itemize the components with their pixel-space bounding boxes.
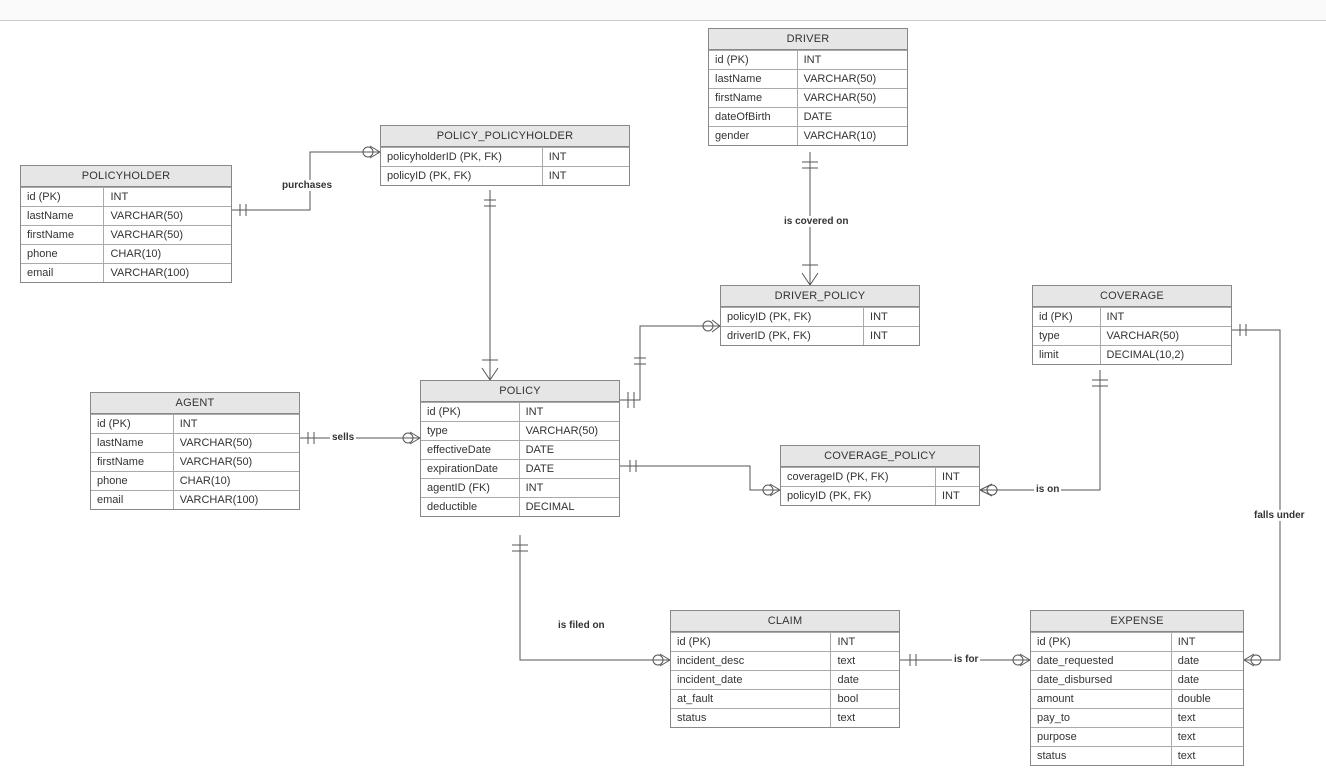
table-row: policyID (PK, FK)INT bbox=[721, 308, 919, 327]
rel-sells: sells bbox=[330, 432, 356, 443]
table-row: amountdouble bbox=[1031, 690, 1243, 709]
table-row: id (PK)INT bbox=[421, 403, 619, 422]
rel-is-covered-on: is covered on bbox=[782, 216, 850, 227]
entity-attrs: id (PK)INT typeVARCHAR(50) limitDECIMAL(… bbox=[1033, 307, 1231, 364]
er-diagram-canvas: purchases is covered on sells is on is f… bbox=[0, 0, 1326, 773]
table-row: effectiveDateDATE bbox=[421, 441, 619, 460]
table-row: agentID (FK)INT bbox=[421, 479, 619, 498]
entity-title: POLICY_POLICYHOLDER bbox=[381, 126, 629, 147]
entity-attrs: id (PK)INT date_requesteddate date_disbu… bbox=[1031, 632, 1243, 765]
conn-driver_policy-policy bbox=[620, 326, 720, 400]
table-row: id (PK)INT bbox=[91, 415, 299, 434]
table-row: id (PK)INT bbox=[1031, 633, 1243, 652]
table-row: lastNameVARCHAR(50) bbox=[91, 434, 299, 453]
entity-attrs: policyholderID (PK, FK)INT policyID (PK,… bbox=[381, 147, 629, 185]
table-row: policyID (PK, FK)INT bbox=[381, 167, 629, 186]
entity-attrs: id (PK)INT typeVARCHAR(50) effectiveDate… bbox=[421, 402, 619, 516]
table-row: lastNameVARCHAR(50) bbox=[21, 207, 231, 226]
entity-title: COVERAGE_POLICY bbox=[781, 446, 979, 467]
rel-is-on: is on bbox=[1034, 484, 1061, 495]
table-row: emailVARCHAR(100) bbox=[21, 264, 231, 283]
table-row: deductibleDECIMAL bbox=[421, 498, 619, 517]
entity-driver-policy[interactable]: DRIVER_POLICY policyID (PK, FK)INT drive… bbox=[720, 285, 920, 346]
entity-title: EXPENSE bbox=[1031, 611, 1243, 632]
table-row: id (PK)INT bbox=[671, 633, 899, 652]
table-row: policyID (PK, FK)INT bbox=[781, 487, 979, 506]
table-row: driverID (PK, FK)INT bbox=[721, 327, 919, 346]
entity-agent[interactable]: AGENT id (PK)INT lastNameVARCHAR(50) fir… bbox=[90, 392, 300, 510]
table-row: policyholderID (PK, FK)INT bbox=[381, 148, 629, 167]
table-row: at_faultbool bbox=[671, 690, 899, 709]
table-row: statustext bbox=[1031, 747, 1243, 766]
table-row: date_disburseddate bbox=[1031, 671, 1243, 690]
conn-coverage_policy-coverage bbox=[980, 370, 1100, 490]
entity-attrs: coverageID (PK, FK)INT policyID (PK, FK)… bbox=[781, 467, 979, 505]
entity-expense[interactable]: EXPENSE id (PK)INT date_requesteddate da… bbox=[1030, 610, 1244, 766]
entity-title: POLICYHOLDER bbox=[21, 166, 231, 187]
entity-title: POLICY bbox=[421, 381, 619, 402]
table-row: purposetext bbox=[1031, 728, 1243, 747]
table-row: id (PK)INT bbox=[709, 51, 907, 70]
entity-title: CLAIM bbox=[671, 611, 899, 632]
table-row: genderVARCHAR(10) bbox=[709, 127, 907, 146]
table-row: phoneCHAR(10) bbox=[21, 245, 231, 264]
entity-title: AGENT bbox=[91, 393, 299, 414]
table-row: phoneCHAR(10) bbox=[91, 472, 299, 491]
rel-is-for: is for bbox=[952, 654, 980, 665]
table-row: lastNameVARCHAR(50) bbox=[709, 70, 907, 89]
table-row: firstNameVARCHAR(50) bbox=[21, 226, 231, 245]
entity-attrs: policyID (PK, FK)INT driverID (PK, FK)IN… bbox=[721, 307, 919, 345]
rel-falls-under: falls under bbox=[1252, 510, 1307, 521]
table-row: id (PK)INT bbox=[1033, 308, 1231, 327]
table-row: typeVARCHAR(50) bbox=[421, 422, 619, 441]
table-row: firstNameVARCHAR(50) bbox=[91, 453, 299, 472]
table-row: limitDECIMAL(10,2) bbox=[1033, 346, 1231, 365]
entity-attrs: id (PK)INT lastNameVARCHAR(50) firstName… bbox=[91, 414, 299, 509]
entity-title: COVERAGE bbox=[1033, 286, 1231, 307]
table-row: pay_totext bbox=[1031, 709, 1243, 728]
conn-policy-coverage_policy bbox=[620, 466, 780, 490]
conn-policy-claim bbox=[520, 535, 670, 660]
entity-policy[interactable]: POLICY id (PK)INT typeVARCHAR(50) effect… bbox=[420, 380, 620, 517]
table-row: incident_datedate bbox=[671, 671, 899, 690]
entity-policyholder[interactable]: POLICYHOLDER id (PK)INT lastNameVARCHAR(… bbox=[20, 165, 232, 283]
entity-driver[interactable]: DRIVER id (PK)INT lastNameVARCHAR(50) fi… bbox=[708, 28, 908, 146]
entity-claim[interactable]: CLAIM id (PK)INT incident_desctext incid… bbox=[670, 610, 900, 728]
table-row: incident_desctext bbox=[671, 652, 899, 671]
entity-attrs: id (PK)INT incident_desctext incident_da… bbox=[671, 632, 899, 727]
rel-purchases: purchases bbox=[280, 180, 334, 191]
table-row: emailVARCHAR(100) bbox=[91, 491, 299, 510]
table-row: id (PK)INT bbox=[21, 188, 231, 207]
entity-attrs: id (PK)INT lastNameVARCHAR(50) firstName… bbox=[21, 187, 231, 282]
entity-title: DRIVER bbox=[709, 29, 907, 50]
table-row: typeVARCHAR(50) bbox=[1033, 327, 1231, 346]
entity-coverage[interactable]: COVERAGE id (PK)INT typeVARCHAR(50) limi… bbox=[1032, 285, 1232, 365]
table-row: date_requesteddate bbox=[1031, 652, 1243, 671]
entity-coverage-policy[interactable]: COVERAGE_POLICY coverageID (PK, FK)INT p… bbox=[780, 445, 980, 506]
table-row: statustext bbox=[671, 709, 899, 728]
entity-attrs: id (PK)INT lastNameVARCHAR(50) firstName… bbox=[709, 50, 907, 145]
table-row: expirationDateDATE bbox=[421, 460, 619, 479]
table-row: coverageID (PK, FK)INT bbox=[781, 468, 979, 487]
entity-title: DRIVER_POLICY bbox=[721, 286, 919, 307]
rel-is-filed-on: is filed on bbox=[556, 620, 607, 631]
entity-policy-policyholder[interactable]: POLICY_POLICYHOLDER policyholderID (PK, … bbox=[380, 125, 630, 186]
table-row: dateOfBirthDATE bbox=[709, 108, 907, 127]
toolbar-strip bbox=[0, 0, 1326, 21]
table-row: firstNameVARCHAR(50) bbox=[709, 89, 907, 108]
